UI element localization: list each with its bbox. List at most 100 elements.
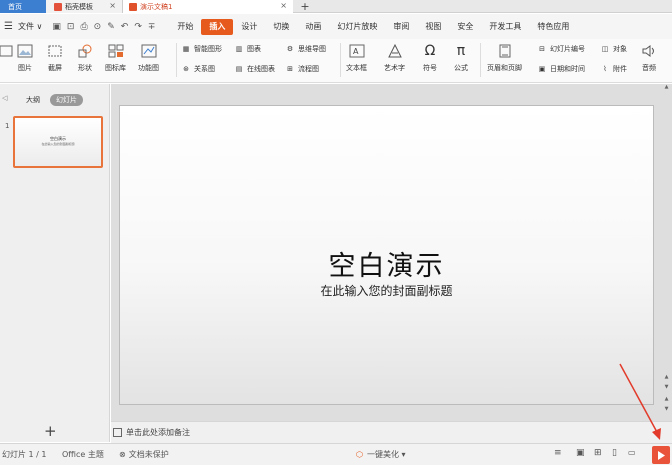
tab-home[interactable]: 首页 — [0, 0, 46, 13]
chart-button[interactable]: ▥ 图表 — [234, 44, 261, 54]
notes-page-icon[interactable]: ▭ — [628, 448, 636, 457]
menu-tab[interactable]: 安全 — [449, 19, 481, 35]
menu-tab[interactable]: 视图 — [417, 19, 449, 35]
hamburger-icon[interactable]: ☰ — [4, 21, 18, 32]
menu-tab[interactable]: 插入 — [201, 18, 234, 35]
format-painter-icon[interactable]: ✎ — [107, 22, 115, 32]
add-slide-button[interactable]: + — [44, 422, 57, 440]
slide-title[interactable]: 空白演示 — [120, 244, 653, 283]
header-footer-button[interactable]: 页眉和页脚 — [487, 43, 522, 73]
slide-thumbnail[interactable]: 空白演示 在此输入您的封面副标题 — [13, 116, 103, 168]
collapse-panel-icon[interactable]: ◁ — [2, 94, 7, 102]
smart-graphic-button[interactable]: ▦ 智能图形 — [181, 44, 222, 54]
file-menu-label: 文件 — [18, 22, 34, 31]
gallery-icon — [108, 43, 124, 59]
symbol-button[interactable]: Ω 符号 — [422, 43, 438, 73]
tab-presentation[interactable]: 演示文稿1 × — [123, 0, 293, 13]
slide[interactable]: 空白演示 在此输入您的封面副标题 — [119, 105, 654, 405]
close-icon[interactable]: × — [280, 1, 287, 10]
export-icon[interactable]: ⊡ — [67, 22, 75, 32]
presentation-icon — [129, 2, 137, 11]
file-menu[interactable]: 文件 ∨ — [18, 21, 42, 32]
attachment-button[interactable]: ⌇ 附件 — [600, 64, 627, 74]
protection-icon: ⊗ — [119, 450, 126, 459]
svg-text:A: A — [353, 47, 359, 56]
object-button[interactable]: ◫ 对象 — [600, 44, 627, 54]
menu-tab[interactable]: 切换 — [265, 19, 297, 35]
screenshot-button[interactable]: 截屏 — [47, 43, 63, 73]
play-slideshow-button[interactable] — [652, 446, 670, 464]
menu-tab[interactable]: 审阅 — [385, 19, 417, 35]
reading-view-icon[interactable]: ▯ — [612, 448, 617, 458]
beautify-button[interactable]: ⬡ 一键美化 ▾ — [356, 449, 406, 460]
menu-tab[interactable]: 设计 — [233, 19, 265, 35]
close-icon[interactable]: × — [109, 1, 116, 10]
scroll-up-icon[interactable]: ▲ — [663, 374, 670, 380]
picture-button[interactable]: 图片 — [17, 43, 33, 73]
formula-label: 公式 — [454, 64, 468, 72]
formula-button[interactable]: π 公式 — [453, 43, 469, 73]
notes-bar[interactable]: 单击此处添加备注 — [111, 421, 672, 443]
menu-tab[interactable]: 开发工具 — [481, 19, 529, 35]
slide-subtitle[interactable]: 在此输入您的封面副标题 — [120, 282, 653, 299]
slide-number-icon: ⊟ — [539, 45, 545, 53]
slide-sorter-icon[interactable]: ⊞ — [594, 448, 602, 458]
art-text-button[interactable]: 艺术字 — [384, 43, 405, 73]
tab-slides[interactable]: 幻灯片 — [50, 94, 83, 106]
theme-name[interactable]: Office 主题 — [62, 449, 104, 460]
flowchart-button[interactable]: ⊞ 流程图 — [285, 64, 319, 74]
window-tab-bar: 首页 稻壳模板 × 演示文稿1 × + — [0, 0, 672, 13]
tab-docer-templates[interactable]: 稻壳模板 × — [46, 0, 123, 13]
new-tab-button[interactable]: + — [293, 0, 313, 13]
flowchart-label: 流程图 — [298, 65, 319, 73]
function-chart-label: 功能图 — [138, 64, 159, 72]
screenshot-label: 截屏 — [48, 64, 62, 72]
date-time-button[interactable]: ▣ 日期和时间 — [537, 64, 585, 74]
new-slide-button[interactable] — [0, 43, 14, 63]
textbox-button[interactable]: A 文本框 — [346, 43, 367, 73]
mindmap-icon: ⚙ — [286, 45, 294, 53]
audio-button[interactable]: 音频 — [641, 43, 657, 73]
menu-tab[interactable]: 特色应用 — [529, 19, 577, 35]
gallery-label: 图标库 — [105, 64, 126, 72]
scroll-up-icon[interactable]: ▲ — [663, 396, 670, 402]
online-chart-button[interactable]: ▤ 在线图表 — [234, 64, 275, 74]
smart-graphic-icon: ▦ — [182, 45, 190, 53]
menu-tab[interactable]: 动画 — [297, 19, 329, 35]
symbol-label: 符号 — [423, 64, 437, 72]
smart-graphic-label: 智能图形 — [194, 45, 222, 53]
menu-tab[interactable]: 幻灯片放映 — [329, 19, 385, 35]
object-label: 对象 — [613, 45, 627, 53]
undo-icon[interactable]: ↶ — [121, 22, 129, 32]
ribbon-divider — [176, 43, 177, 77]
mindmap-button[interactable]: ⚙ 思维导图 — [285, 44, 326, 54]
tab-outline[interactable]: 大纲 — [20, 94, 46, 106]
scroll-down-icon[interactable]: ▼ — [663, 384, 670, 390]
menu-tab[interactable]: 开始 — [169, 19, 201, 35]
picture-icon — [17, 43, 33, 59]
notes-toggle-icon[interactable]: ≡ — [554, 448, 562, 458]
function-chart-button[interactable]: 功能图 — [138, 43, 159, 73]
redo-icon[interactable]: ↷ — [134, 22, 142, 32]
header-footer-icon — [497, 43, 513, 59]
chart-label: 图表 — [247, 45, 261, 53]
relation-button[interactable]: ⊛ 关系图 — [181, 64, 215, 74]
ribbon-tabs: 开始 插入 设计 切换 动画 幻灯片放映 审阅 视图 安全 开发工具 特色应用 — [169, 18, 577, 35]
function-chart-icon — [141, 43, 157, 59]
screenshot-icon — [47, 43, 63, 59]
shape-button[interactable]: 形状 — [77, 43, 93, 73]
normal-view-icon[interactable]: ▣ — [576, 448, 585, 458]
customize-icon[interactable]: ∓ — [148, 22, 156, 32]
ribbon-insert: 图片 截屏 形状 图标库 功能图 ▦ 智能图形 ⊛ 关系图 ▥ 图表 ▤ 在线图表 ⚙ 思… — [0, 39, 672, 83]
slide-number-button[interactable]: ⊟ 幻灯片编号 — [537, 44, 585, 54]
print-icon[interactable]: ⎙ — [80, 22, 87, 32]
scroll-up-icon[interactable]: ▲ — [663, 84, 670, 90]
scroll-down-icon[interactable]: ▼ — [663, 406, 670, 412]
audio-label: 音频 — [642, 64, 656, 72]
document-protection[interactable]: ⊗ 文档未保护 — [119, 449, 169, 460]
beautify-label: 一键美化 — [366, 450, 399, 459]
icon-gallery-button[interactable]: 图标库 — [105, 43, 126, 73]
save-icon[interactable]: ▣ — [52, 22, 61, 32]
vertical-scrollbar[interactable]: ▲ ▲ ▼ ▲ ▼ — [663, 84, 670, 421]
preview-icon[interactable]: ⊙ — [94, 22, 102, 32]
